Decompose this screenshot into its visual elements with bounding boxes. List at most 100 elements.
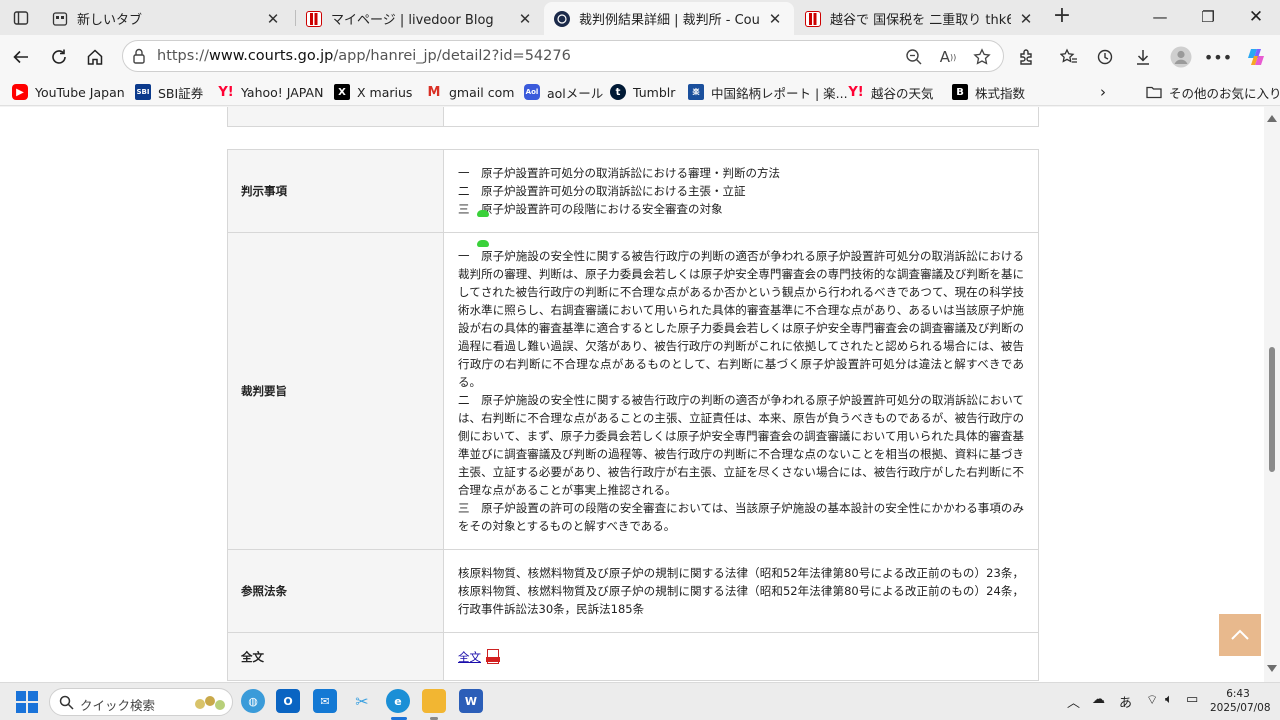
row-zenbun: 全文 全文 (227, 632, 1039, 681)
word-icon[interactable]: W (459, 689, 483, 713)
cursor-highlight (477, 210, 489, 217)
globe-app-icon[interactable]: ◍ (241, 689, 265, 713)
tray-chevron-up-icon[interactable]: ︿ (1067, 692, 1080, 711)
bookmark-youtube[interactable]: ▶ YouTube Japan (12, 82, 125, 102)
read-aloud-icon[interactable]: A)) (937, 46, 959, 68)
tab-title: 裁判例結果詳細 | 裁判所 - Courts (579, 13, 760, 28)
hanrei-detail-table: 判示事項 一 原子炉設置許可処分の取消訴訟における審理・判断の方法 二 原子炉設… (227, 149, 1039, 681)
battery-icon[interactable]: ▭ (1186, 692, 1198, 707)
rakuten-icon: 楽 (688, 84, 704, 100)
row-value: 核原料物質、核燃料物質及び原子炉の規制に関する法律（昭和52年法律第80号による… (443, 549, 1039, 633)
page-scrollbar[interactable] (1264, 107, 1280, 682)
snipping-tool-icon[interactable]: ✂ (350, 689, 374, 713)
site-info-icon[interactable] (131, 47, 147, 69)
yahoo-icon: Y! (218, 84, 234, 100)
hanji-item: 二 原子炉設置許可処分の取消訴訟における主張・立証 (458, 184, 746, 198)
file-explorer-icon[interactable] (422, 689, 446, 713)
row-hanji: 判示事項 一 原子炉設置許可処分の取消訴訟における審理・判断の方法 二 原子炉設… (227, 149, 1039, 233)
pdf-icon[interactable] (486, 648, 500, 664)
taskbar: クイック検索 ◍ O ✉ ✂ e W ︿ ☁ あ ⌔ 🔈︎ ▭ 6:43 202… (0, 682, 1280, 720)
sbi-icon: SBI (135, 84, 151, 100)
yoshi-paragraph: 一 原子炉施設の安全性に関する被告行政庁の判断の適否が争われる原子炉設置許可処分… (458, 249, 1024, 389)
onedrive-icon[interactable]: ☁ (1092, 692, 1105, 707)
new-tab-button[interactable]: + (1049, 4, 1075, 30)
favorite-star-icon[interactable] (971, 46, 993, 68)
tab-actions-icon[interactable] (8, 6, 34, 30)
bookmark-weather[interactable]: Y! 越谷の天気 (848, 82, 933, 102)
home-button[interactable] (80, 42, 110, 72)
cursor-highlight (477, 240, 489, 247)
newtab-icon (52, 11, 68, 27)
favorites-icon[interactable] (1054, 42, 1084, 72)
livedoor-icon (306, 10, 322, 27)
youtube-icon: ▶ (12, 84, 28, 100)
wifi-icon[interactable]: ⌔ (1146, 692, 1158, 708)
extensions-icon[interactable] (1011, 42, 1041, 72)
browser-toolbar: https://www.courts.go.jp/app/hanrei_jp/d… (0, 35, 1280, 78)
close-icon[interactable]: ✕ (264, 10, 282, 28)
row-header: 判示事項 (227, 149, 444, 233)
windows-start-icon[interactable] (16, 691, 38, 713)
ime-indicator[interactable]: あ (1119, 692, 1132, 711)
hanji-item: 三 原子炉設置許可の段階における安全審査の対象 (458, 202, 723, 216)
tab-strip: 新しいタブ ✕ マイページ | livedoor Blog ✕ 裁判例結果詳細 … (0, 0, 1280, 35)
bookmarks-bar: ▶ YouTube Japan SBI SBI証券 Y! Yahoo! JAPAN X… (0, 78, 1280, 106)
more-menu-icon[interactable]: ••• (1203, 42, 1233, 72)
bookmark-aol[interactable]: Aol aolメール (524, 82, 603, 102)
profile-avatar[interactable] (1166, 42, 1196, 72)
aol-icon: Aol (524, 84, 540, 100)
page-content: 判示事項 一 原子炉設置許可処分の取消訴訟における審理・判断の方法 二 原子炉設… (0, 107, 1264, 682)
restore-button[interactable]: ❐ (1185, 3, 1231, 33)
row-value: 全文 (443, 632, 1039, 681)
bookmark-index[interactable]: B 株式指数 (952, 82, 1025, 102)
yahoo-icon: Y! (848, 84, 864, 100)
bookmark-x[interactable]: XX marius (334, 82, 412, 102)
edge-icon[interactable]: e (386, 689, 410, 713)
other-favorites-folder[interactable]: その他のお気に入り (1146, 82, 1280, 102)
system-clock[interactable]: 6:43 2025/07/08 (1210, 687, 1271, 715)
row-header: 全文 (227, 632, 444, 681)
bookmark-tumblr[interactable]: t Tumblr (610, 82, 675, 102)
scrollbar-thumb[interactable] (1269, 347, 1275, 472)
volume-icon[interactable]: 🔈︎ (1165, 692, 1173, 707)
yoshi-paragraph: 二 原子炉施設の安全性に関する被告行政庁の判断の適否が争われる原子炉設置許可処分… (458, 393, 1024, 497)
tab-livedoor[interactable]: マイページ | livedoor Blog ✕ (296, 2, 544, 35)
tab-new-tab[interactable]: 新しいタブ ✕ (42, 2, 292, 35)
back-to-top-button[interactable] (1219, 614, 1261, 656)
scroll-down-icon[interactable] (1267, 665, 1277, 672)
downloads-icon[interactable] (1128, 42, 1158, 72)
gmail-icon: M (427, 84, 441, 100)
bookmark-sbi[interactable]: SBI SBI証券 (135, 82, 203, 102)
yoshi-paragraph: 三 原子炉設置の許可の段階の安全審査においては、当該原子炉施設の基本設計の安全性… (458, 501, 1024, 533)
search-highlight-icon (195, 696, 225, 710)
tab-courts[interactable]: 裁判例結果詳細 | 裁判所 - Courts ✕ (544, 2, 794, 35)
outlook-icon[interactable]: O (276, 689, 300, 713)
row-header: 参照法条 (227, 549, 444, 633)
close-window-button[interactable]: ✕ (1233, 3, 1279, 33)
row-yoshi: 裁判要旨 一 原子炉施設の安全性に関する被告行政庁の判断の適否が争われる原子炉設… (227, 232, 1039, 550)
tab-koshigaya[interactable]: 越谷で 国保税を 二重取り thk6 ✕ (795, 2, 1045, 35)
courts-icon (554, 10, 570, 27)
scroll-up-icon[interactable] (1267, 115, 1277, 122)
livedoor-icon (805, 10, 821, 27)
full-text-link[interactable]: 全文 (458, 650, 481, 664)
close-icon[interactable]: ✕ (516, 10, 534, 28)
zoom-icon[interactable] (903, 46, 925, 68)
bookmark-rakuten[interactable]: 楽中国銘柄レポート | 楽... (688, 82, 848, 102)
close-icon[interactable]: ✕ (766, 10, 784, 28)
minimize-button[interactable]: — (1137, 3, 1183, 33)
taskbar-search[interactable]: クイック検索 (49, 688, 233, 716)
address-bar[interactable]: https://www.courts.go.jp/app/hanrei_jp/d… (122, 40, 1004, 72)
b-icon: B (952, 84, 968, 100)
outlook-new-icon[interactable]: ✉ (313, 689, 337, 713)
close-icon[interactable]: ✕ (1017, 10, 1035, 28)
chevron-right-icon[interactable]: › (1100, 82, 1106, 102)
back-button[interactable] (6, 42, 36, 72)
refresh-button[interactable] (44, 42, 74, 72)
tumblr-icon: t (610, 84, 626, 100)
history-icon[interactable] (1090, 42, 1120, 72)
copilot-icon[interactable] (1241, 42, 1271, 72)
url-text[interactable]: https://www.courts.go.jp/app/hanrei_jp/d… (157, 48, 571, 64)
bookmark-gmail[interactable]: Mgmail com (426, 82, 515, 102)
bookmark-yahoo[interactable]: Y! Yahoo! JAPAN (218, 82, 323, 102)
